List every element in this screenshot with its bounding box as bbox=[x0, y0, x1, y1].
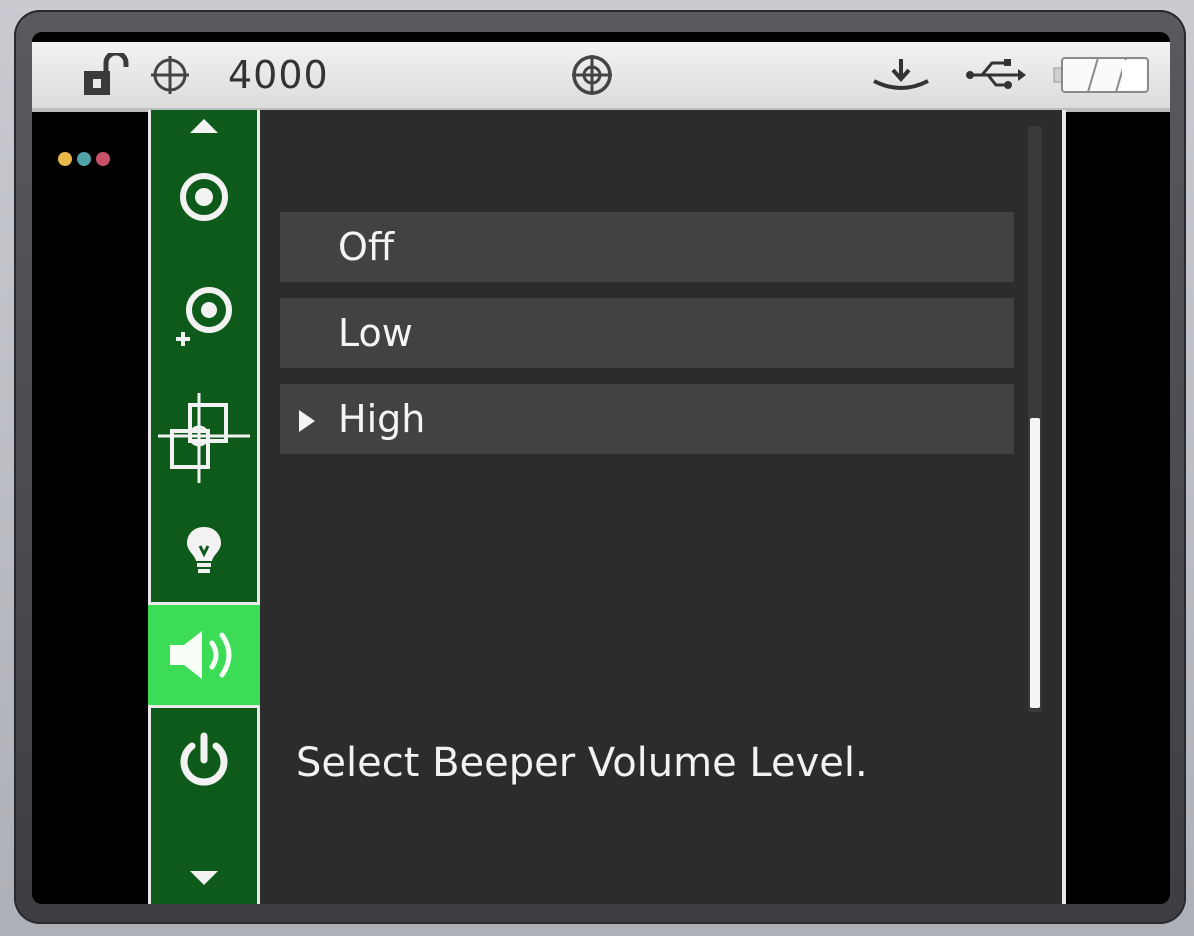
dot-teal bbox=[77, 152, 91, 166]
option-low[interactable]: Low bbox=[280, 298, 1014, 368]
option-high[interactable]: High bbox=[280, 384, 1014, 454]
scroll-down-button[interactable] bbox=[151, 862, 257, 892]
target-reticle-icon bbox=[570, 42, 614, 108]
nav-item-light[interactable] bbox=[151, 520, 257, 580]
side-menu bbox=[148, 110, 260, 904]
speaker-icon bbox=[170, 631, 232, 679]
content-panel: Off Low High Select Beeper Volume Level. bbox=[260, 110, 1062, 904]
battery-icon bbox=[1052, 42, 1152, 108]
content-border bbox=[1062, 110, 1066, 904]
target-ring-icon bbox=[180, 173, 228, 221]
triangle-up-icon bbox=[190, 119, 218, 133]
nav-item-power[interactable] bbox=[151, 722, 257, 802]
crosshair-squares-icon bbox=[158, 393, 250, 483]
selected-arrow-icon bbox=[299, 410, 315, 432]
download-tray-icon bbox=[870, 42, 932, 108]
option-label: Off bbox=[338, 225, 395, 269]
option-label: Low bbox=[338, 311, 413, 355]
status-value-text: 4000 bbox=[228, 53, 329, 97]
nav-item-add-target[interactable] bbox=[151, 276, 257, 356]
scrollbar[interactable] bbox=[1028, 126, 1042, 712]
scroll-up-button[interactable] bbox=[151, 112, 257, 142]
nav-item-target[interactable] bbox=[151, 162, 257, 232]
device-body: 4000 Off Low High Select Beeper Volume L… bbox=[0, 0, 1194, 936]
option-off[interactable]: Off bbox=[280, 212, 1014, 282]
nav-item-crosshair[interactable] bbox=[151, 390, 257, 490]
dot-red bbox=[96, 152, 110, 166]
add-target-icon bbox=[176, 287, 232, 346]
usb-icon bbox=[964, 42, 1028, 108]
help-text: Select Beeper Volume Level. bbox=[296, 740, 868, 786]
triangle-down-icon bbox=[190, 871, 218, 885]
lightbulb-icon bbox=[187, 527, 221, 573]
screen: 4000 Off Low High Select Beeper Volume L… bbox=[32, 32, 1170, 904]
window-dots bbox=[58, 152, 110, 166]
unlocked-padlock-icon bbox=[82, 42, 132, 108]
option-label: High bbox=[338, 397, 426, 441]
status-value: 4000 bbox=[228, 42, 329, 108]
power-icon bbox=[180, 732, 228, 786]
crosshair-circle-icon bbox=[150, 42, 190, 108]
scrollbar-thumb[interactable] bbox=[1030, 418, 1040, 708]
dot-yellow bbox=[58, 152, 72, 166]
nav-item-sound[interactable] bbox=[148, 602, 260, 708]
status-bar: 4000 bbox=[32, 42, 1170, 112]
